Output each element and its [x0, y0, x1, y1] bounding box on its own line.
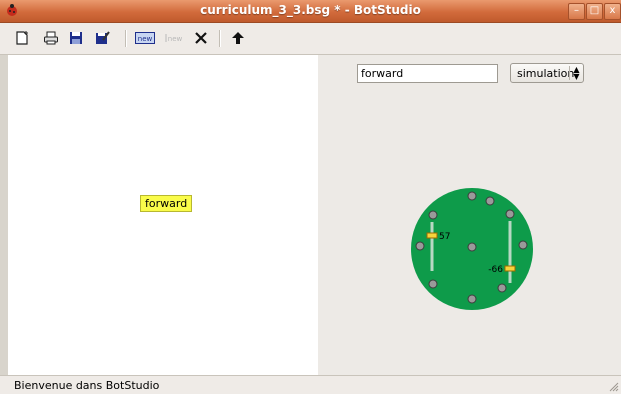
maximize-button[interactable]: □ — [586, 3, 603, 20]
new-transition-icon: new — [165, 34, 183, 43]
new-transition-button[interactable]: new — [163, 29, 183, 47]
save-as-button[interactable] — [93, 29, 111, 47]
robot-diagram: 57 -66 — [411, 188, 533, 310]
status-message: Bienvenue dans BotStudio — [14, 379, 160, 392]
resize-grip-icon[interactable] — [609, 382, 619, 392]
sensor-front-right — [505, 209, 515, 219]
delete-button[interactable] — [192, 29, 210, 47]
sensor-front-left — [467, 191, 477, 201]
sensor-left-side — [415, 241, 425, 251]
state-node[interactable]: forward — [140, 195, 193, 212]
minimize-button[interactable]: – — [568, 3, 585, 20]
floppy-disk-icon — [70, 32, 82, 44]
right-motor-track — [508, 221, 512, 283]
title-bar[interactable]: curriculum_3_3.bsg * - BotStudio – □ x — [0, 0, 621, 23]
state-properties-panel: simulation ▲▼ 57 -66 — [318, 55, 621, 375]
new-state-button[interactable]: new — [135, 29, 155, 47]
new-transition-label: new — [168, 35, 183, 43]
sensor-front — [485, 196, 495, 206]
up-arrow-icon — [232, 32, 244, 44]
left-motor-slider[interactable] — [426, 232, 438, 239]
mode-select-value: simulation — [517, 67, 575, 80]
toolbar: new new — [0, 23, 621, 55]
left-motor-track — [430, 222, 434, 271]
sensor-right-rear — [497, 283, 507, 293]
state-name-input[interactable] — [357, 64, 498, 83]
up-arrow-button[interactable] — [229, 29, 247, 47]
delete-cross-icon — [195, 32, 207, 44]
status-bar: Bienvenue dans BotStudio — [0, 375, 621, 394]
toolbar-separator — [219, 30, 221, 47]
new-document-icon — [16, 31, 28, 45]
state-diagram-canvas[interactable]: forward — [8, 55, 318, 375]
right-motor-slider[interactable] — [504, 265, 516, 272]
sensor-ground-center — [467, 242, 477, 252]
sensor-left-rear — [428, 279, 438, 289]
save-button[interactable] — [67, 29, 85, 47]
window-title: curriculum_3_3.bsg * - BotStudio — [200, 3, 421, 17]
printer-icon — [44, 31, 58, 45]
sensor-rear — [467, 294, 477, 304]
mode-select[interactable]: simulation ▲ ▼ — [510, 63, 584, 83]
select-arrows-icon: ▲ ▼ — [569, 66, 583, 81]
new-document-button[interactable] — [14, 29, 32, 47]
new-state-icon: new — [135, 32, 155, 44]
sensor-right-side — [518, 240, 528, 250]
toolbar-separator — [125, 30, 127, 47]
print-button[interactable] — [42, 29, 60, 47]
right-motor-value: -66 — [488, 265, 503, 275]
floppy-edit-icon — [96, 31, 110, 44]
left-motor-value: 57 — [439, 232, 450, 242]
close-window-button[interactable]: x — [604, 3, 621, 20]
sensor-left-front — [428, 210, 438, 220]
new-state-label: new — [138, 35, 153, 43]
